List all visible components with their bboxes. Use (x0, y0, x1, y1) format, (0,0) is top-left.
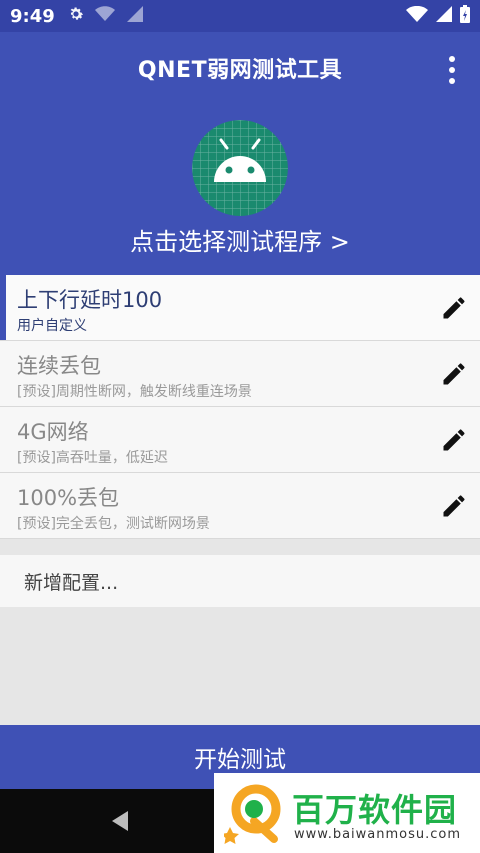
profile-list: 上下行延时100 用户自定义 连续丢包 [预设]周期性断网，触发断线重连场景 4… (0, 275, 480, 539)
watermark-url: www.baiwanmosu.com (294, 827, 462, 842)
item-subtitle: [预设]高吞吐量，低延迟 (17, 450, 168, 466)
status-right-icons (406, 5, 470, 27)
signal-question-icon (125, 6, 143, 26)
back-icon[interactable] (108, 809, 132, 833)
edit-icon[interactable] (440, 492, 468, 520)
select-program-link[interactable]: 点击选择测试程序 > (0, 222, 480, 257)
list-item[interactable]: 连续丢包 [预设]周期性断网，触发断线重连场景 (0, 341, 480, 407)
battery-icon (460, 5, 470, 27)
edit-icon[interactable] (440, 294, 468, 322)
app-header: QNET弱网测试工具 点击选择测试程序 > (0, 32, 480, 275)
add-config-button[interactable]: 新增配置... (0, 555, 480, 607)
item-title: 连续丢包 (17, 354, 101, 378)
watermark-logo-icon (221, 781, 284, 845)
more-vert-icon[interactable] (440, 56, 464, 84)
item-title: 4G网络 (17, 420, 89, 444)
list-item[interactable]: 100%丢包 [预设]完全丢包，测试断网场景 (0, 473, 480, 539)
item-subtitle: [预设]周期性断网，触发断线重连场景 (17, 384, 252, 400)
gear-icon (67, 5, 85, 27)
edit-icon[interactable] (440, 426, 468, 454)
watermark: 百万软件园 www.baiwanmosu.com (214, 773, 480, 853)
wifi-question-icon (94, 6, 115, 26)
status-time: 9:49 (10, 5, 55, 27)
signal-icon (436, 6, 452, 26)
list-item[interactable]: 上下行延时100 用户自定义 (0, 275, 480, 341)
item-subtitle: 用户自定义 (17, 318, 87, 334)
android-icon[interactable] (192, 120, 288, 216)
item-title: 100%丢包 (17, 486, 120, 510)
item-subtitle: [预设]完全丢包，测试断网场景 (17, 516, 210, 532)
watermark-name: 百万软件园 (292, 791, 458, 829)
list-item[interactable]: 4G网络 [预设]高吞吐量，低延迟 (0, 407, 480, 473)
status-bar: 9:49 (0, 0, 480, 32)
item-title: 上下行延时100 (17, 288, 163, 312)
edit-icon[interactable] (440, 360, 468, 388)
wifi-icon (406, 5, 428, 26)
app-title: QNET弱网测试工具 (137, 58, 343, 83)
